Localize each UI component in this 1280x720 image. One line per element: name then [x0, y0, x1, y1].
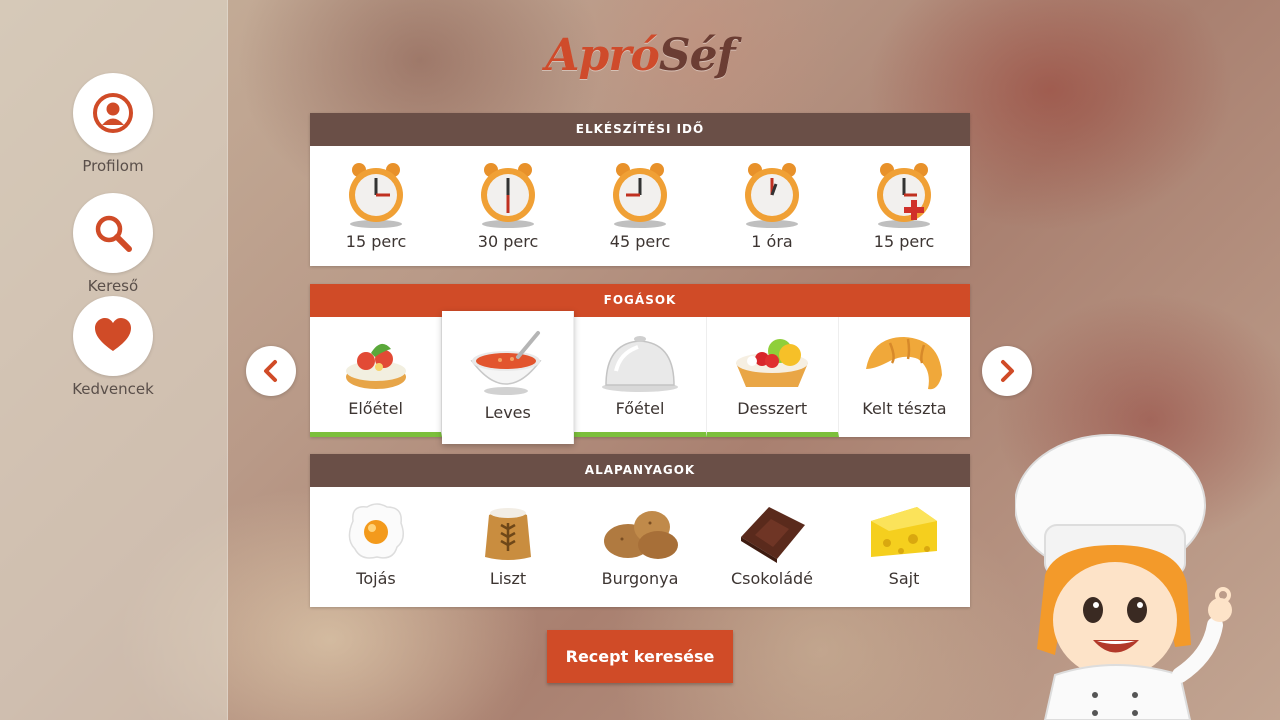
flour-sack-icon — [485, 508, 531, 560]
course-option-appetizer[interactable]: Előétel — [310, 317, 443, 437]
logo-part1: Apró — [545, 30, 659, 81]
course-label: Főétel — [615, 399, 665, 418]
ingredients-header: ALAPANYAGOK — [310, 454, 970, 487]
ingredients-panel: ALAPANYAGOK Tojás Liszt Burgonya Csokolá… — [310, 454, 970, 607]
tart-icon — [736, 339, 809, 387]
alarm-clock-icon — [481, 163, 535, 228]
alarm-clock-icon — [349, 163, 403, 228]
ingredient-option-egg[interactable]: Tojás — [310, 487, 442, 607]
prep-time-option-plus[interactable]: 15 perc — [838, 146, 970, 266]
courses-prev-button[interactable] — [246, 346, 296, 396]
courses-panel: FOGÁSOK Előétel Leves Főétel Desszert Ke… — [310, 284, 970, 444]
prep-time-label: 45 perc — [609, 232, 671, 251]
sidebar-item-label: Kereső — [87, 277, 139, 295]
course-option-pastry[interactable]: Kelt tészta — [839, 317, 970, 437]
ingredient-option-potato[interactable]: Burgonya — [574, 487, 706, 607]
courses-next-button[interactable] — [982, 346, 1032, 396]
courses-header: FOGÁSOK — [310, 284, 970, 317]
course-option-dessert[interactable]: Desszert — [706, 317, 839, 437]
chevron-right-icon — [1001, 360, 1014, 382]
chocolate-icon — [741, 507, 805, 563]
ingredients-options: Tojás Liszt Burgonya Csokoládé Sajt — [310, 487, 970, 607]
course-label: Leves — [484, 403, 531, 422]
profile-button[interactable] — [73, 73, 153, 153]
heart-icon — [95, 318, 131, 351]
ingredient-option-cheese[interactable]: Sajt — [838, 487, 970, 607]
prep-time-option-45[interactable]: 45 perc — [574, 146, 706, 266]
recipe-search-button[interactable]: Recept keresése — [547, 630, 733, 683]
course-option-soup[interactable]: Leves — [442, 311, 575, 444]
croissant-icon — [866, 337, 943, 390]
app-logo: ApróSéf — [540, 30, 740, 81]
favorites-button[interactable] — [73, 296, 153, 376]
alarm-clock-icon — [613, 163, 667, 228]
cheese-icon — [871, 507, 937, 557]
prep-time-option-1h[interactable]: 1 óra — [706, 146, 838, 266]
chef-mascot — [1015, 434, 1232, 720]
sidebar-item-search[interactable]: Kereső — [73, 193, 153, 295]
alarm-clock-plus-icon — [877, 163, 931, 228]
course-label: Kelt tészta — [862, 399, 947, 418]
prep-time-panel: ELKÉSZÍTÉSI IDŐ 15 perc 30 perc 45 perc … — [310, 113, 970, 266]
ingredient-option-chocolate[interactable]: Csokoládé — [706, 487, 838, 607]
ingredient-label: Liszt — [489, 569, 527, 588]
prep-time-label: 30 perc — [477, 232, 539, 251]
ingredient-label: Csokoládé — [730, 569, 814, 588]
search-icon — [95, 215, 132, 252]
prep-time-label: 15 perc — [345, 232, 407, 251]
course-label: Előétel — [348, 399, 403, 418]
ingredient-label: Burgonya — [601, 569, 679, 588]
soup-icon — [470, 331, 542, 395]
course-label: Desszert — [737, 399, 808, 418]
prep-time-option-15[interactable]: 15 perc — [310, 146, 442, 266]
alarm-clock-icon — [745, 163, 799, 228]
cloche-icon — [602, 336, 678, 392]
ingredient-label: Tojás — [356, 569, 396, 588]
sidebar: Profilom Kereső Kedvencek — [0, 0, 228, 720]
prep-time-header: ELKÉSZÍTÉSI IDŐ — [310, 113, 970, 146]
sidebar-item-label: Kedvencek — [72, 380, 154, 398]
sidebar-item-profile[interactable]: Profilom — [73, 73, 153, 175]
prep-time-option-30[interactable]: 30 perc — [442, 146, 574, 266]
course-option-main[interactable]: Főétel — [574, 317, 707, 437]
prep-time-label: 1 óra — [751, 232, 793, 251]
search-button[interactable] — [73, 193, 153, 273]
ingredient-option-flour[interactable]: Liszt — [442, 487, 574, 607]
prep-time-options: 15 perc 30 perc 45 perc 1 óra 15 perc — [310, 146, 970, 266]
logo-part2: Séf — [658, 30, 736, 81]
ingredient-label: Sajt — [888, 569, 920, 588]
potato-icon — [604, 511, 678, 559]
courses-options: Előétel Leves Főétel Desszert Kelt tészt… — [310, 311, 970, 444]
chevron-left-icon — [264, 360, 277, 382]
prep-time-label: 15 perc — [873, 232, 935, 251]
sidebar-item-label: Profilom — [82, 157, 144, 175]
egg-icon — [348, 503, 404, 559]
sidebar-item-favorites[interactable]: Kedvencek — [72, 296, 154, 398]
appetizer-icon — [345, 343, 406, 389]
profile-icon — [93, 93, 133, 133]
